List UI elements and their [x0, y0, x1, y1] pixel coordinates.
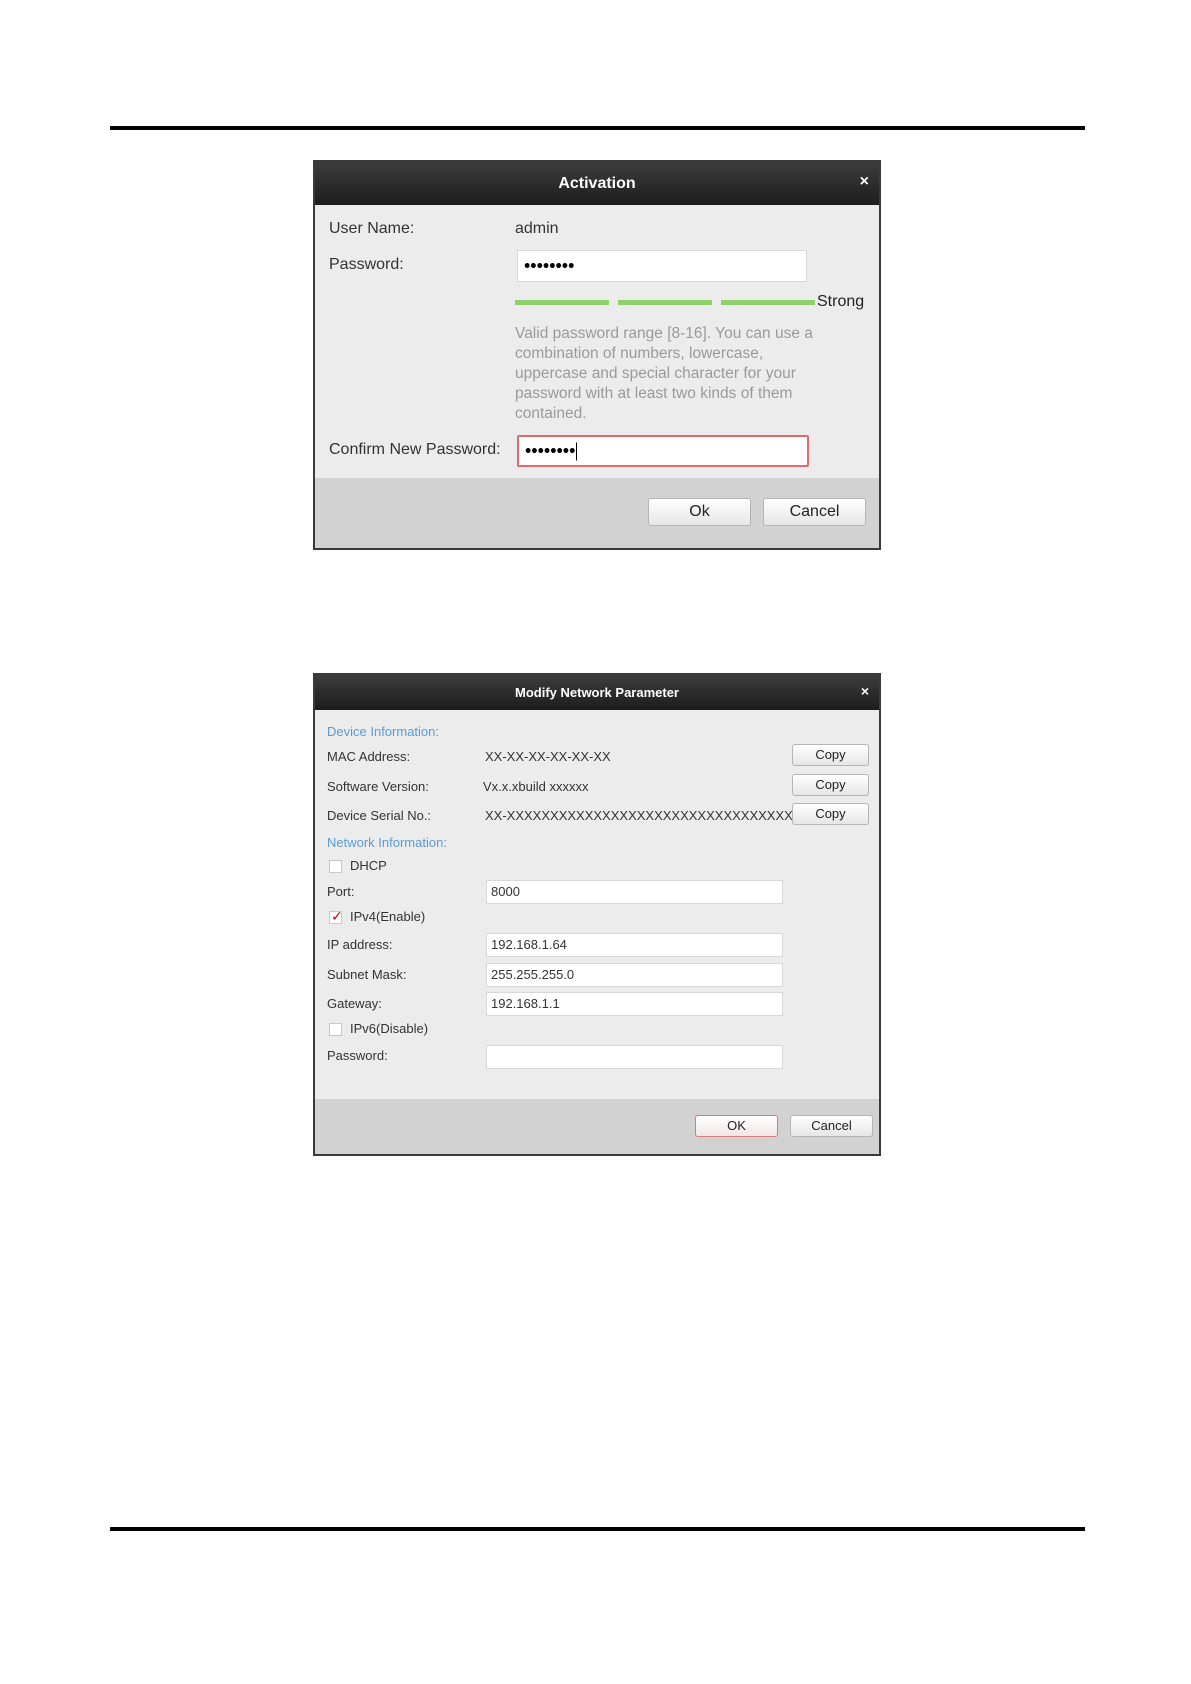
- activation-footer: Ok Cancel: [315, 478, 879, 548]
- activation-dialog: Activation × User Name: admin Password: …: [313, 160, 881, 550]
- ipv4-label: IPv4(Enable): [350, 909, 426, 924]
- strength-bar-1: [515, 300, 609, 305]
- mac-value: XX-XX-XX-XX-XX-XX: [485, 749, 611, 764]
- gateway-label: Gateway:: [327, 996, 382, 1011]
- device-info-heading: Device Information:: [327, 724, 439, 739]
- serial-label: Device Serial No.:: [327, 808, 432, 823]
- software-label: Software Version:: [327, 779, 429, 794]
- port-input[interactable]: 8000: [486, 880, 783, 904]
- copy-software-button[interactable]: Copy: [792, 774, 869, 796]
- modify-network-dialog: Modify Network Parameter × Device Inform…: [313, 673, 881, 1156]
- network-title: Modify Network Parameter: [515, 685, 679, 700]
- ipv4-checkbox[interactable]: ✓: [329, 908, 343, 924]
- network-footer: OK Cancel: [315, 1099, 879, 1154]
- copy-serial-button[interactable]: Copy: [792, 803, 869, 825]
- strength-bar-3: [721, 300, 815, 305]
- strength-label: Strong: [817, 293, 865, 310]
- cancel-button[interactable]: Cancel: [790, 1115, 873, 1137]
- ok-button[interactable]: OK: [695, 1115, 778, 1137]
- subnet-mask-label: Subnet Mask:: [327, 967, 407, 982]
- ip-address-input[interactable]: 192.168.1.64: [486, 933, 783, 957]
- password-label: Password:: [329, 256, 404, 273]
- confirm-password-dots: ••••••••: [525, 440, 578, 461]
- ip-address-label: IP address:: [327, 937, 393, 952]
- page-footer-rule: [110, 1527, 1085, 1531]
- gateway-input[interactable]: 192.168.1.1: [486, 992, 783, 1016]
- confirm-password-input[interactable]: ••••••••: [517, 435, 809, 467]
- ipv6-checkbox[interactable]: [329, 1023, 342, 1036]
- strength-bar-2: [618, 300, 712, 305]
- ipv6-label: IPv6(Disable): [350, 1021, 429, 1036]
- activation-titlebar: Activation ×: [315, 162, 879, 205]
- checkmark-icon: ✓: [331, 908, 343, 924]
- subnet-mask-input[interactable]: 255.255.255.0: [486, 963, 783, 987]
- activation-title: Activation: [558, 175, 636, 192]
- page-header-rule: [110, 126, 1085, 130]
- network-password-input[interactable]: [486, 1045, 783, 1069]
- password-dots: ••••••••: [524, 255, 575, 276]
- network-password-label: Password:: [327, 1048, 388, 1063]
- copy-mac-button[interactable]: Copy: [792, 744, 869, 766]
- password-input[interactable]: ••••••••: [517, 250, 807, 282]
- software-value: Vx.x.xbuild xxxxxx: [483, 779, 589, 794]
- text-caret: [576, 442, 578, 461]
- dhcp-label: DHCP: [350, 858, 387, 873]
- mac-label: MAC Address:: [327, 749, 411, 764]
- close-icon[interactable]: ×: [860, 162, 869, 202]
- network-info-heading: Network Information:: [327, 835, 447, 850]
- close-icon[interactable]: ×: [861, 675, 869, 707]
- network-titlebar: Modify Network Parameter ×: [315, 675, 879, 710]
- ok-button[interactable]: Ok: [648, 498, 751, 526]
- serial-value: XX-XXXXXXXXXXXXXXXXXXXXXXXXXXXXXXXXXXX: [485, 808, 811, 823]
- password-hint: Valid password range [8-16]. You can use…: [515, 325, 813, 422]
- port-label: Port:: [327, 884, 355, 899]
- dhcp-checkbox[interactable]: [329, 860, 342, 873]
- cancel-button[interactable]: Cancel: [763, 498, 866, 526]
- user-name-value: admin: [515, 220, 559, 237]
- user-name-label: User Name:: [329, 220, 415, 237]
- confirm-password-label: Confirm New Password:: [329, 441, 501, 458]
